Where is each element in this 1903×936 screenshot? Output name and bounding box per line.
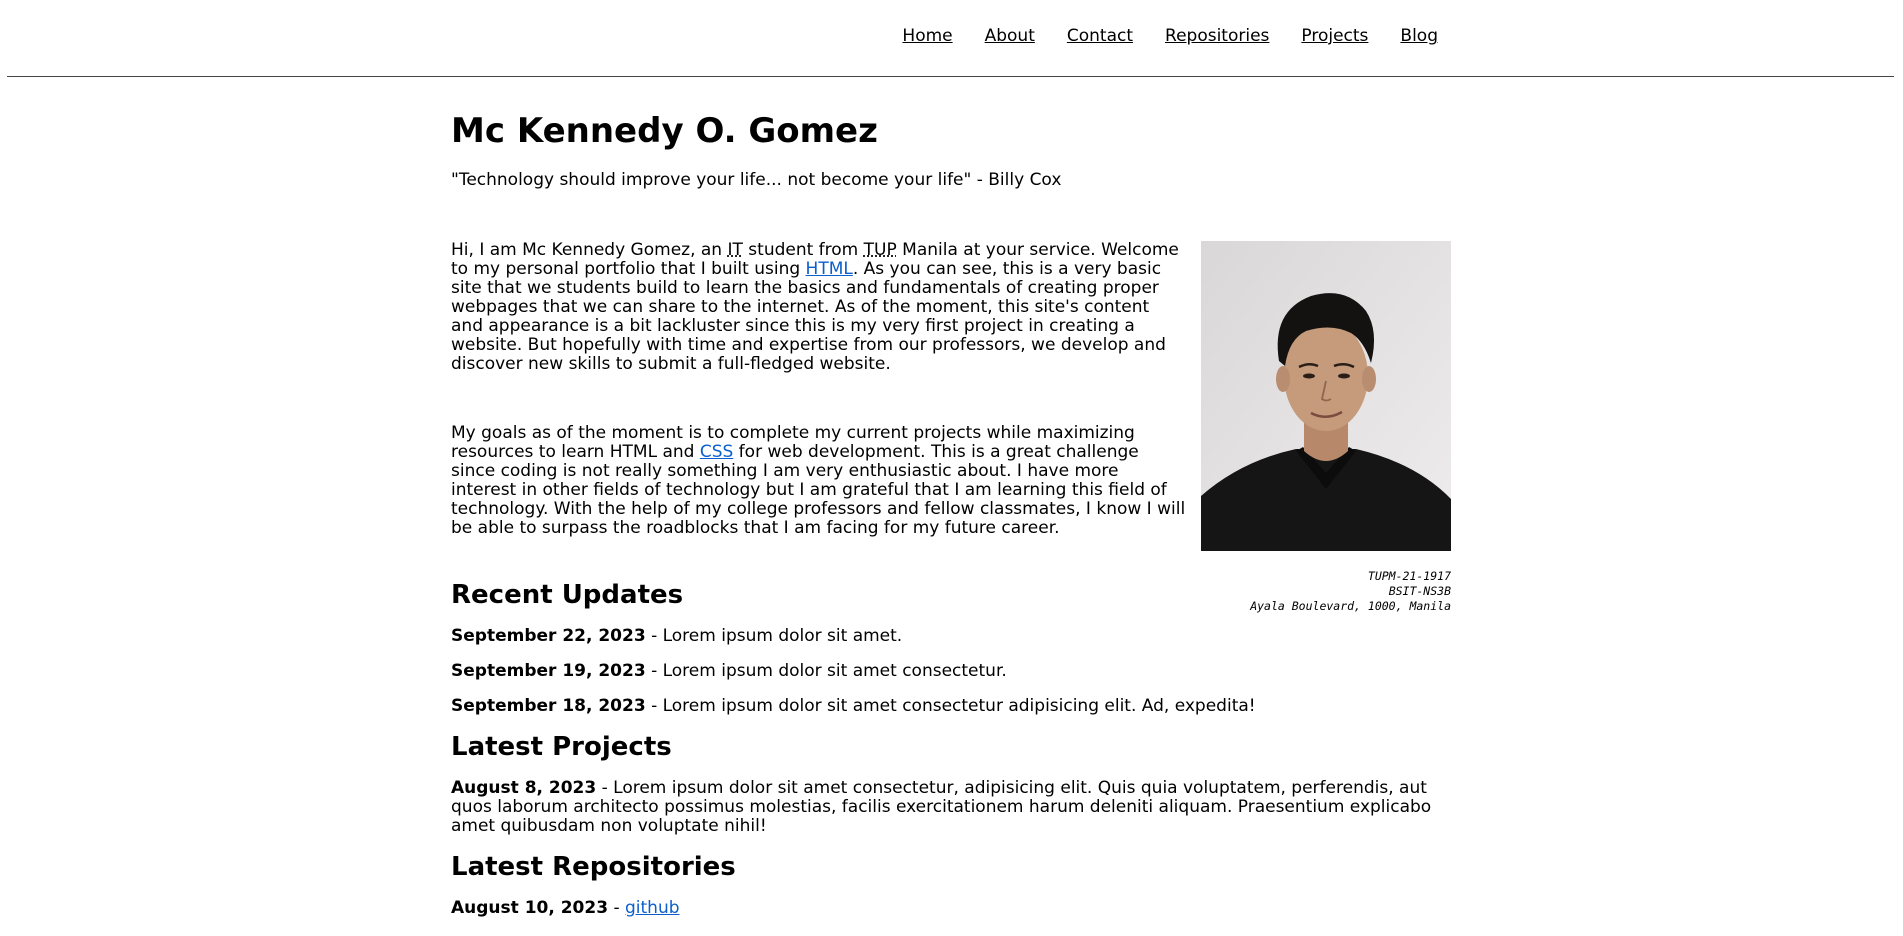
repository-item: August 10, 2023 - github (451, 899, 1451, 918)
student-id: TUPM-21-1917 (1367, 568, 1451, 583)
latest-repositories-section: Latest Repositories August 10, 2023 - gi… (451, 852, 1451, 918)
update-text: - Lorem ipsum dolor sit amet. (645, 625, 903, 646)
update-text: - Lorem ipsum dolor sit amet consectetur… (645, 660, 1007, 681)
abbr-it: IT (727, 239, 743, 260)
github-link[interactable]: github (625, 898, 680, 918)
update-date: September 18, 2023 (451, 695, 646, 716)
project-item: August 8, 2023 - Lorem ipsum dolor sit a… (451, 779, 1451, 836)
latest-repositories-heading: Latest Repositories (451, 852, 736, 883)
latest-projects-heading: Latest Projects (451, 731, 672, 762)
section-code: BSIT-NS3B (1388, 583, 1451, 598)
nav-home-link[interactable]: Home (902, 26, 952, 46)
abbr-tup: TUP (863, 239, 897, 260)
intro-paragraphs: Hi, I am Mc Kennedy Gomez, an IT student… (451, 239, 1186, 538)
nav-contact-link[interactable]: Contact (1067, 26, 1133, 46)
repository-date: August 10, 2023 (451, 898, 609, 919)
nav-repositories-link[interactable]: Repositories (1165, 26, 1269, 46)
main-content: Mc Kennedy O. Gomez "Technology should i… (451, 77, 1451, 934)
intro-text: Hi, I am Mc Kennedy Gomez, an (451, 239, 728, 260)
update-item: September 22, 2023 - Lorem ipsum dolor s… (451, 625, 1451, 646)
intro-paragraph-2: My goals as of the moment is to complete… (451, 423, 1186, 538)
page-title: Mc Kennedy O. Gomez (451, 111, 878, 151)
top-navigation: Home About Contact Repositories Projects… (7, 0, 1894, 77)
nav-links: Home About Contact Repositories Projects… (902, 26, 1438, 46)
update-date: September 19, 2023 (451, 660, 646, 681)
update-item: September 19, 2023 - Lorem ipsum dolor s… (451, 660, 1451, 681)
nav-blog-link[interactable]: Blog (1400, 26, 1438, 46)
address-block: TUPM-21-1917 BSIT-NS3B Ayala Boulevard, … (1201, 569, 1451, 614)
update-text: - Lorem ipsum dolor sit amet consectetur… (645, 695, 1256, 716)
nav-about-link[interactable]: About (985, 26, 1035, 46)
nav-projects-link[interactable]: Projects (1301, 26, 1368, 46)
street-address: Ayala Boulevard, 1000, Manila (1250, 598, 1451, 613)
quote: "Technology should improve your life... … (451, 170, 1062, 191)
css-link[interactable]: CSS (700, 442, 733, 462)
intro-paragraph-1: Hi, I am Mc Kennedy Gomez, an IT student… (451, 239, 1186, 374)
repository-separator: - (608, 898, 625, 919)
project-date: August 8, 2023 (451, 778, 597, 799)
update-item: September 18, 2023 - Lorem ipsum dolor s… (451, 695, 1451, 716)
html-link[interactable]: HTML (806, 259, 853, 279)
project-text: - Lorem ipsum dolor sit amet consectetur… (451, 778, 1432, 837)
intro-text: student from (742, 239, 864, 260)
update-date: September 22, 2023 (451, 625, 646, 646)
intro-section: Hi, I am Mc Kennedy Gomez, an IT student… (451, 239, 1451, 613)
profile-photo (1201, 240, 1451, 551)
profile-block: TUPM-21-1917 BSIT-NS3B Ayala Boulevard, … (1201, 240, 1451, 614)
latest-projects-section: Latest Projects August 8, 2023 - Lorem i… (451, 732, 1451, 836)
